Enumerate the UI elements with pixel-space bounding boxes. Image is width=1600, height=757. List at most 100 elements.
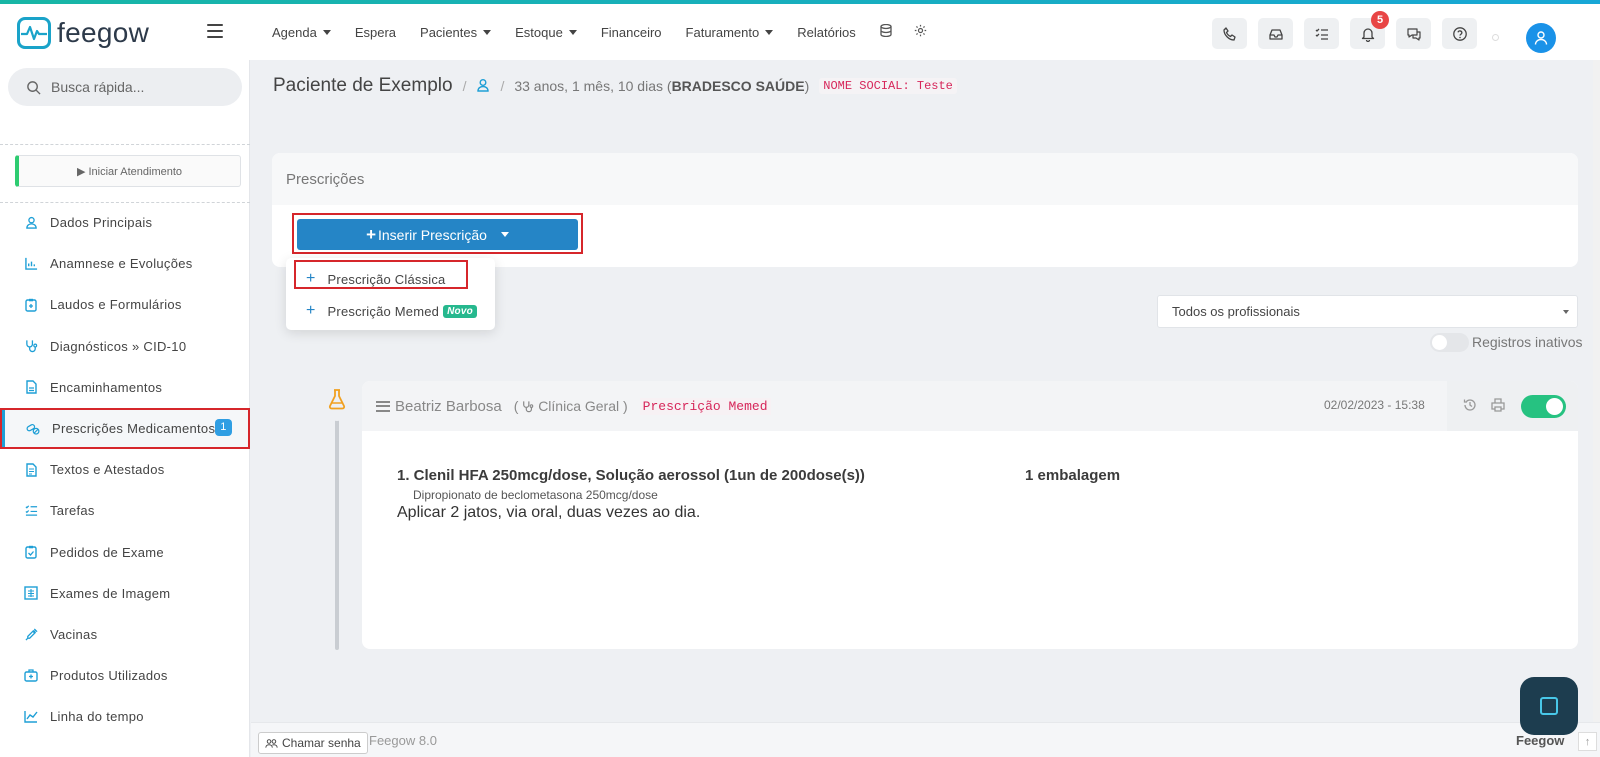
chevron-down-icon: [1563, 310, 1569, 314]
patient-menu: Dados Principais Anamnese e Evoluções La…: [0, 202, 250, 737]
chevron-down-icon: [483, 29, 492, 35]
logo-text: feegow: [57, 17, 150, 48]
start-attendance-button[interactable]: ▶ Iniciar Atendimento: [15, 155, 241, 187]
header: feegow Agenda Espera Pacientes Estoque F…: [0, 4, 1600, 60]
nav-estoque[interactable]: Estoque: [515, 25, 577, 40]
user-icon[interactable]: [476, 78, 490, 95]
monitor-icon: [1540, 697, 1558, 715]
bell-icon: [1361, 27, 1374, 42]
sidebar-item-prescricoes[interactable]: Prescrições Medicamentosas 1: [0, 407, 250, 450]
kit-icon: [24, 669, 38, 683]
list-icon[interactable]: [376, 400, 390, 412]
chat-button[interactable]: [1396, 18, 1431, 49]
sidebar-item-produtos[interactable]: Produtos Utilizados: [0, 655, 250, 696]
new-badge: Novo: [443, 304, 477, 318]
phone-button[interactable]: [1212, 18, 1247, 49]
prescription-item: 1. Clenil HFA 250mcg/dose, Solução aeros…: [397, 467, 865, 522]
nav-financeiro[interactable]: Financeiro: [601, 25, 662, 40]
sidebar-item-diagnosticos[interactable]: Diagnósticos » CID-10: [0, 326, 250, 367]
logo[interactable]: feegow: [17, 17, 149, 49]
task-list-icon: [24, 504, 38, 518]
search-input[interactable]: [51, 79, 221, 95]
hamburger-menu-icon[interactable]: [207, 24, 223, 38]
clipboard-icon: [24, 298, 38, 312]
flask-icon: [315, 377, 359, 421]
prescriptions-count-badge: 1: [215, 418, 232, 436]
nav-espera[interactable]: Espera: [355, 25, 396, 40]
logo-mark-icon: [17, 17, 51, 49]
breadcrumb-separator: /: [500, 78, 505, 94]
floating-assistant-button[interactable]: [1520, 677, 1578, 735]
inbox-icon: [1268, 28, 1283, 40]
breadcrumb-separator: /: [462, 78, 467, 94]
chat-icon: [1406, 27, 1421, 41]
notifications-button[interactable]: 5: [1350, 11, 1389, 49]
clipboard-check-icon: [24, 545, 38, 559]
nav-faturamento[interactable]: Faturamento: [686, 25, 774, 40]
history-icon[interactable]: [1463, 398, 1477, 415]
chevron-down-icon: [322, 29, 331, 35]
document-icon: [24, 380, 38, 395]
professional-filter-select[interactable]: Todos os profissionais: [1157, 295, 1578, 328]
sidebar-item-textos[interactable]: Textos e Atestados: [0, 449, 250, 490]
bar-chart-icon: [24, 257, 38, 271]
xray-icon: [24, 586, 38, 600]
panel-title: Prescrições: [272, 153, 1578, 205]
inbox-button[interactable]: [1258, 18, 1293, 49]
doctor-name: Beatriz Barbosa: [395, 397, 502, 415]
social-name-tag: NOME SOCIAL: Teste: [819, 78, 957, 94]
stethoscope-icon: [523, 401, 534, 413]
sidebar-item-dados-principais[interactable]: Dados Principais: [0, 202, 250, 243]
gear-icon[interactable]: [914, 24, 927, 40]
page-scrollbar[interactable]: [1593, 60, 1600, 722]
quick-search: [8, 68, 242, 106]
timeline-line: [335, 396, 339, 650]
inactive-records-label: Registros inativos: [1472, 334, 1583, 350]
patient-age: 33 anos, 1 mês, 10 dias (BRADESCO SAÚDE): [514, 78, 810, 94]
sidebar-item-linha-tempo[interactable]: Linha do tempo: [0, 696, 250, 737]
record-active-toggle[interactable]: [1521, 394, 1566, 418]
sidebar-item-laudos[interactable]: Laudos e Formulários: [0, 284, 250, 325]
record-header: Beatriz Barbosa ( Clínica Geral ) Prescr…: [362, 381, 1578, 431]
record-actions: [1447, 381, 1578, 431]
user-avatar[interactable]: [1526, 23, 1556, 53]
print-icon[interactable]: [1491, 397, 1505, 415]
breadcrumb: Paciente de Exemplo / / 33 anos, 1 mês, …: [251, 60, 1600, 112]
prescription-record: Beatriz Barbosa ( Clínica Geral ) Prescr…: [362, 381, 1578, 649]
chevron-down-icon: [568, 29, 577, 35]
help-button[interactable]: [1442, 18, 1477, 49]
tasks-button[interactable]: [1304, 18, 1339, 49]
sidebar-item-pedidos-exame[interactable]: Pedidos de Exame: [0, 532, 250, 573]
sidebar-item-exames-imagem[interactable]: Exames de Imagem: [0, 573, 250, 614]
arrow-up-icon[interactable]: ↑: [1578, 732, 1597, 751]
help-icon: [1452, 26, 1467, 41]
chevron-down-icon: [765, 29, 774, 35]
nav-pacientes[interactable]: Pacientes: [420, 25, 492, 40]
checklist-icon: [1315, 28, 1328, 40]
medication-quantity: 1 embalagem: [1025, 467, 1121, 484]
insert-prescription-button[interactable]: + Inserir Prescrição: [297, 219, 578, 250]
status-indicator: [1492, 34, 1499, 41]
phone-icon: [1222, 26, 1236, 41]
active-ingredient: Dipropionato de beclometasona 250mcg/dos…: [413, 488, 658, 502]
nav-agenda[interactable]: Agenda: [272, 25, 331, 40]
user-icon: [1534, 31, 1548, 45]
prescription-type-tag: Prescrição Memed: [639, 397, 771, 415]
sidebar-item-anamnese[interactable]: Anamnese e Evoluções: [0, 243, 250, 284]
insurance-name: BRADESCO SAÚDE: [671, 78, 805, 94]
call-ticket-button[interactable]: Chamar senha: [258, 732, 368, 754]
patient-name[interactable]: Paciente de Exemplo: [273, 75, 453, 97]
nav-relatorios[interactable]: Relatórios: [797, 25, 856, 40]
database-icon[interactable]: [880, 23, 892, 40]
line-chart-icon: [24, 710, 38, 724]
top-navigation: Agenda Espera Pacientes Estoque Financei…: [272, 4, 949, 60]
user-icon: [24, 216, 38, 230]
text-file-icon: [24, 463, 38, 477]
notifications-badge: 5: [1371, 11, 1389, 29]
menu-item-prescricao-memed[interactable]: + Prescrição Memed Novo: [306, 300, 477, 322]
sidebar-item-vacinas[interactable]: Vacinas: [0, 614, 250, 655]
sidebar: ▶ Iniciar Atendimento Dados Principais A…: [0, 60, 250, 757]
sidebar-item-tarefas[interactable]: Tarefas: [0, 490, 250, 531]
sidebar-item-encaminhamentos[interactable]: Encaminhamentos: [0, 367, 250, 408]
inactive-records-toggle[interactable]: [1430, 333, 1469, 352]
